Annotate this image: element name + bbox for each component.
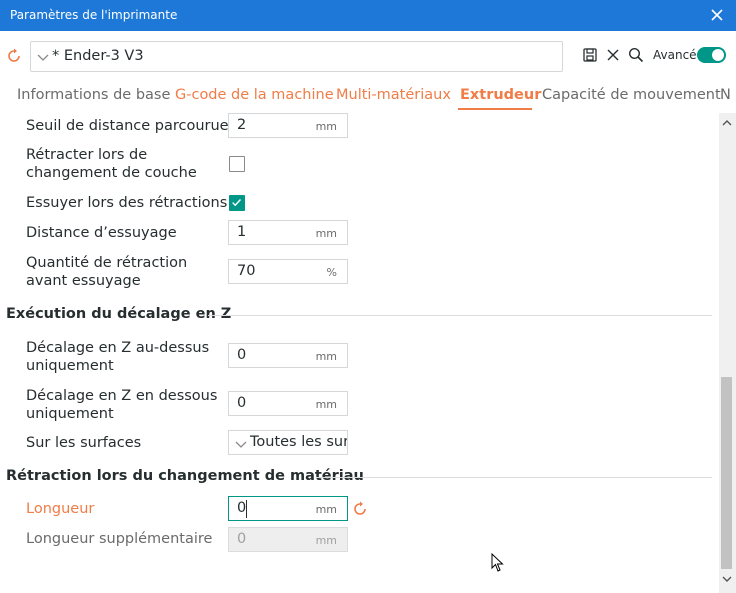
retract-layer-change-label-1: Rétracter lors de <box>26 147 148 163</box>
wipe-distance-value: 1 <box>237 224 247 240</box>
z-hop-above-field[interactable]: 0 mm <box>228 343 348 368</box>
z-hop-above-value: 0 <box>237 347 247 363</box>
mouse-cursor-icon <box>491 553 504 572</box>
chevron-down-icon <box>37 54 49 61</box>
material-change-length-field[interactable]: 0 mm <box>228 496 348 521</box>
travel-threshold-value: 2 <box>237 117 247 133</box>
material-change-extra-value: 0 <box>237 531 247 547</box>
z-hop-surfaces-value: Toutes les surfaces <box>250 434 347 450</box>
z-hop-above-label-2: uniquement <box>26 358 114 374</box>
z-hop-surfaces-label: Sur les surfaces <box>26 435 142 451</box>
search-icon[interactable] <box>628 47 644 63</box>
wipe-label: Essuyer lors des rétractions <box>26 195 228 211</box>
tab-extruder[interactable]: Extrudeur <box>460 87 541 103</box>
material-change-extra-field[interactable]: 0 mm <box>228 527 348 552</box>
travel-threshold-field[interactable]: 2 mm <box>228 113 348 138</box>
z-hop-below-value: 0 <box>237 395 247 411</box>
text-caret <box>246 500 247 518</box>
z-hop-below-unit: mm <box>315 398 337 411</box>
z-hop-above-unit: mm <box>315 350 337 363</box>
preset-name: * Ender-3 V3 <box>52 48 144 64</box>
chevron-down-icon <box>235 441 247 448</box>
material-change-section-title: Rétraction lors du changement de matéria… <box>6 468 364 484</box>
advanced-label: Avancé <box>653 48 697 62</box>
material-change-extra-label: Longueur supplémentaire <box>26 531 213 547</box>
checkmark-icon <box>232 199 242 207</box>
retract-before-wipe-value: 70 <box>237 263 256 279</box>
travel-threshold-unit: mm <box>315 120 337 133</box>
z-hop-below-field[interactable]: 0 mm <box>228 391 348 416</box>
preset-toolbar: * Ender-3 V3 Avancé <box>0 31 736 81</box>
vertical-scrollbar[interactable] <box>719 113 736 593</box>
advanced-toggle[interactable] <box>697 47 726 63</box>
retract-before-wipe-label-2: avant essuyage <box>26 273 141 289</box>
wipe-distance-label: Distance d’essuyage <box>26 225 177 241</box>
z-hop-divider <box>208 315 712 316</box>
retract-layer-change-checkbox[interactable] <box>229 156 245 172</box>
settings-tabs: Informations de base G-code de la machin… <box>0 81 736 113</box>
material-change-length-label: Longueur <box>26 501 95 517</box>
retract-before-wipe-unit: % <box>326 266 337 279</box>
tab-motion-ability[interactable]: Capacité de mouvement <box>542 87 721 103</box>
window-title: Paramètres de l'imprimante <box>10 8 178 22</box>
settings-content: Seuil de distance parcourue 2 mm Rétract… <box>0 113 736 593</box>
z-hop-above-label-1: Décalage en Z au-dessus <box>26 340 210 356</box>
scroll-up-icon[interactable] <box>722 119 732 127</box>
material-change-length-value: 0 <box>237 500 247 516</box>
z-hop-below-label-1: Décalage en Z en dessous <box>26 388 218 404</box>
z-hop-surfaces-select[interactable]: Toutes les surfaces <box>228 430 348 455</box>
wipe-distance-field[interactable]: 1 mm <box>228 220 348 245</box>
z-hop-below-label-2: uniquement <box>26 406 114 422</box>
scroll-down-icon[interactable] <box>722 575 732 583</box>
tab-machine-gcode[interactable]: G-code de la machine <box>175 87 334 103</box>
tab-multimaterial[interactable]: Multi-matériaux <box>336 87 451 103</box>
reset-arrow-icon[interactable] <box>352 501 368 517</box>
tab-next-truncated[interactable]: N <box>720 87 731 103</box>
delete-x-icon[interactable] <box>605 47 621 63</box>
toggle-knob <box>712 49 724 61</box>
retract-before-wipe-field[interactable]: 70 % <box>228 259 348 284</box>
preset-selector[interactable]: * Ender-3 V3 <box>30 41 563 72</box>
tab-basic-info[interactable]: Informations de base <box>17 87 170 103</box>
retract-layer-change-label-2: changement de couche <box>26 165 197 181</box>
material-change-length-unit: mm <box>315 503 337 516</box>
material-change-divider <box>316 477 712 478</box>
material-change-extra-unit: mm <box>315 534 337 547</box>
scrollbar-thumb[interactable] <box>721 377 732 569</box>
save-icon[interactable] <box>582 47 598 63</box>
z-hop-section-title: Exécution du décalage en Z <box>6 306 232 322</box>
reset-arrow-icon[interactable] <box>6 48 22 64</box>
travel-threshold-label: Seuil de distance parcourue <box>26 118 229 134</box>
wipe-distance-unit: mm <box>315 227 337 240</box>
wipe-checkbox[interactable] <box>229 195 245 211</box>
active-tab-underline <box>458 108 532 110</box>
window-titlebar: Paramètres de l'imprimante <box>0 0 736 31</box>
retract-before-wipe-label-1: Quantité de rétraction <box>26 255 188 271</box>
close-icon[interactable] <box>708 6 726 24</box>
